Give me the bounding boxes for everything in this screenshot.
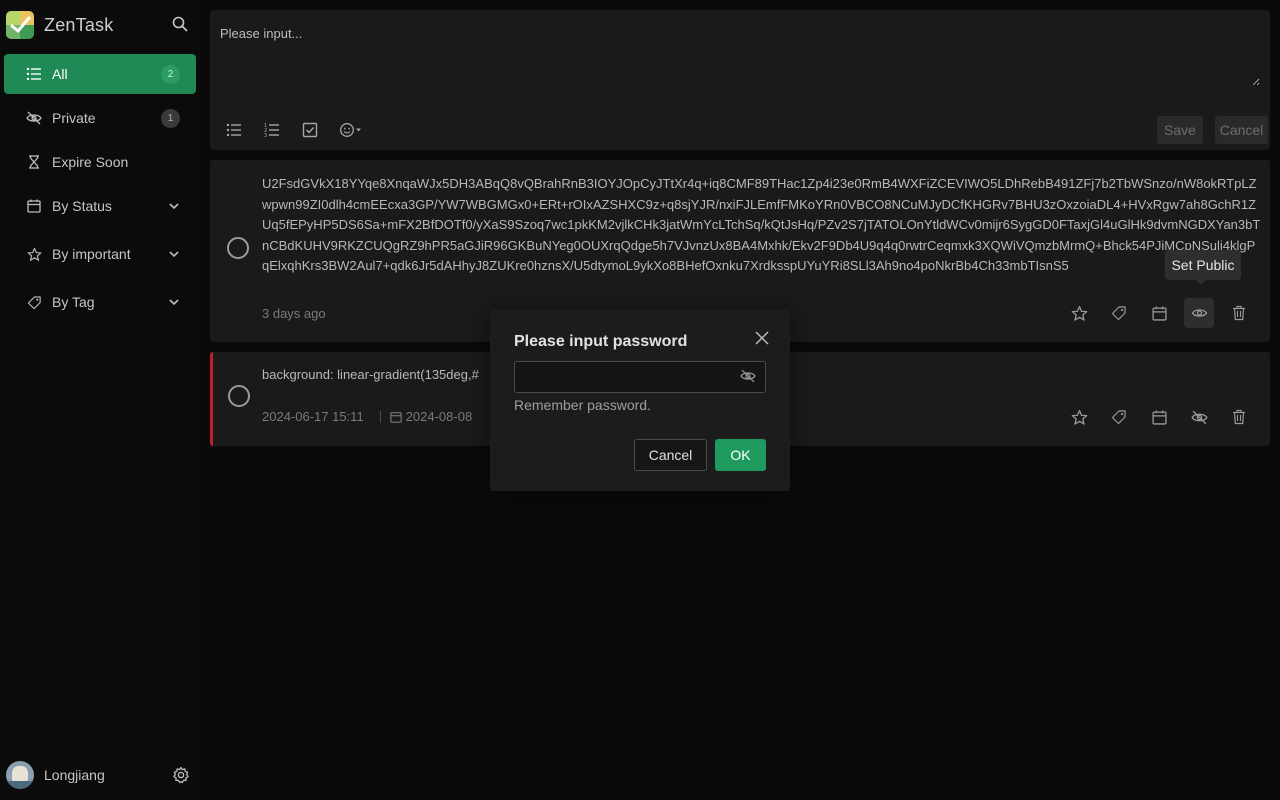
cancel-button[interactable]: Cancel bbox=[634, 439, 707, 471]
avatar bbox=[6, 761, 34, 789]
star-icon bbox=[26, 246, 42, 262]
note-due-date: 2024-08-08 bbox=[389, 409, 473, 424]
numbered-list-icon[interactable]: 123 bbox=[262, 120, 282, 140]
sidebar-item-label: By Tag bbox=[52, 294, 95, 310]
password-input[interactable] bbox=[523, 367, 733, 387]
chevron-down-icon bbox=[168, 295, 180, 311]
note-editor: 123 Save Cancel bbox=[210, 10, 1270, 150]
sidebar-item-by-status[interactable]: By Status bbox=[4, 186, 196, 226]
ok-button[interactable]: OK bbox=[715, 439, 766, 471]
chevron-down-icon bbox=[168, 247, 180, 263]
user-profile[interactable]: Longjiang bbox=[6, 760, 194, 790]
checkbox-icon[interactable] bbox=[300, 120, 320, 140]
sidebar: ZenTask All 2 Private 1 Expire Soon By S… bbox=[0, 0, 200, 800]
password-field-wrapper bbox=[514, 361, 766, 393]
search-icon[interactable] bbox=[170, 14, 190, 34]
star-icon[interactable] bbox=[1064, 298, 1094, 328]
sidebar-item-label: Expire Soon bbox=[52, 154, 129, 170]
eye-icon[interactable] bbox=[1184, 298, 1214, 328]
app-logo bbox=[6, 11, 34, 39]
tooltip: Set Public bbox=[1165, 250, 1241, 285]
calendar-icon bbox=[26, 198, 42, 214]
gear-icon[interactable] bbox=[172, 766, 190, 784]
list-icon bbox=[26, 66, 42, 82]
trash-icon[interactable] bbox=[1224, 298, 1254, 328]
bullet-list-icon[interactable] bbox=[224, 120, 244, 140]
sidebar-item-label: By Status bbox=[52, 198, 112, 214]
hourglass-icon bbox=[26, 154, 42, 170]
sidebar-item-expire-soon[interactable]: Expire Soon bbox=[4, 142, 196, 182]
sidebar-item-private[interactable]: Private 1 bbox=[4, 98, 196, 138]
cancel-button[interactable]: Cancel bbox=[1215, 116, 1268, 144]
sidebar-item-by-important[interactable]: By important bbox=[4, 234, 196, 274]
count-badge: 2 bbox=[161, 65, 180, 84]
complete-checkbox[interactable] bbox=[228, 385, 250, 407]
password-dialog: Please input password Remember password.… bbox=[490, 309, 790, 491]
sidebar-item-all[interactable]: All 2 bbox=[4, 54, 196, 94]
chevron-down-icon bbox=[168, 199, 180, 215]
brand: ZenTask bbox=[6, 10, 196, 40]
note-created-time: 2024-06-17 15:11 bbox=[262, 409, 364, 424]
calendar-icon[interactable] bbox=[1144, 298, 1174, 328]
eye-off-icon bbox=[26, 110, 42, 126]
sidebar-item-label: Private bbox=[52, 110, 96, 126]
due-date-text: 2024-08-08 bbox=[405, 409, 473, 424]
calendar-icon[interactable] bbox=[1144, 402, 1174, 432]
app-name: ZenTask bbox=[44, 14, 114, 35]
note-timestamp: 3 days ago bbox=[262, 306, 326, 321]
sidebar-item-label: By important bbox=[52, 246, 131, 262]
star-icon[interactable] bbox=[1064, 402, 1094, 432]
sidebar-item-label: All bbox=[52, 66, 68, 82]
editor-toolbar: 123 bbox=[224, 120, 384, 140]
remember-password-toggle[interactable]: Remember password. bbox=[514, 397, 651, 413]
note-meta: 2024-06-17 15:11 2024-08-08 bbox=[262, 409, 472, 424]
user-name: Longjiang bbox=[44, 767, 105, 783]
complete-checkbox[interactable] bbox=[227, 237, 249, 259]
eye-off-icon[interactable] bbox=[740, 369, 756, 385]
tag-icon bbox=[26, 294, 42, 310]
svg-text:3: 3 bbox=[264, 133, 267, 138]
sidebar-item-by-tag[interactable]: By Tag bbox=[4, 282, 196, 322]
note-text: U2FsdGVkX18YYqe8XnqaWJx5DH3ABqQ8vQBrahRn… bbox=[262, 176, 1261, 273]
sidebar-nav: All 2 Private 1 Expire Soon By Status By… bbox=[4, 54, 196, 330]
emoji-icon[interactable] bbox=[338, 120, 366, 140]
note-input[interactable] bbox=[220, 26, 1260, 86]
divider bbox=[379, 410, 381, 423]
note-actions bbox=[1054, 298, 1254, 328]
save-button[interactable]: Save bbox=[1157, 116, 1203, 144]
tag-icon[interactable] bbox=[1104, 298, 1134, 328]
eye-off-icon[interactable] bbox=[1184, 402, 1214, 432]
dialog-title: Please input password bbox=[514, 333, 688, 350]
count-badge: 1 bbox=[161, 109, 180, 128]
tag-icon[interactable] bbox=[1104, 402, 1134, 432]
note-actions bbox=[1054, 402, 1254, 432]
close-icon[interactable] bbox=[753, 329, 771, 347]
trash-icon[interactable] bbox=[1224, 402, 1254, 432]
